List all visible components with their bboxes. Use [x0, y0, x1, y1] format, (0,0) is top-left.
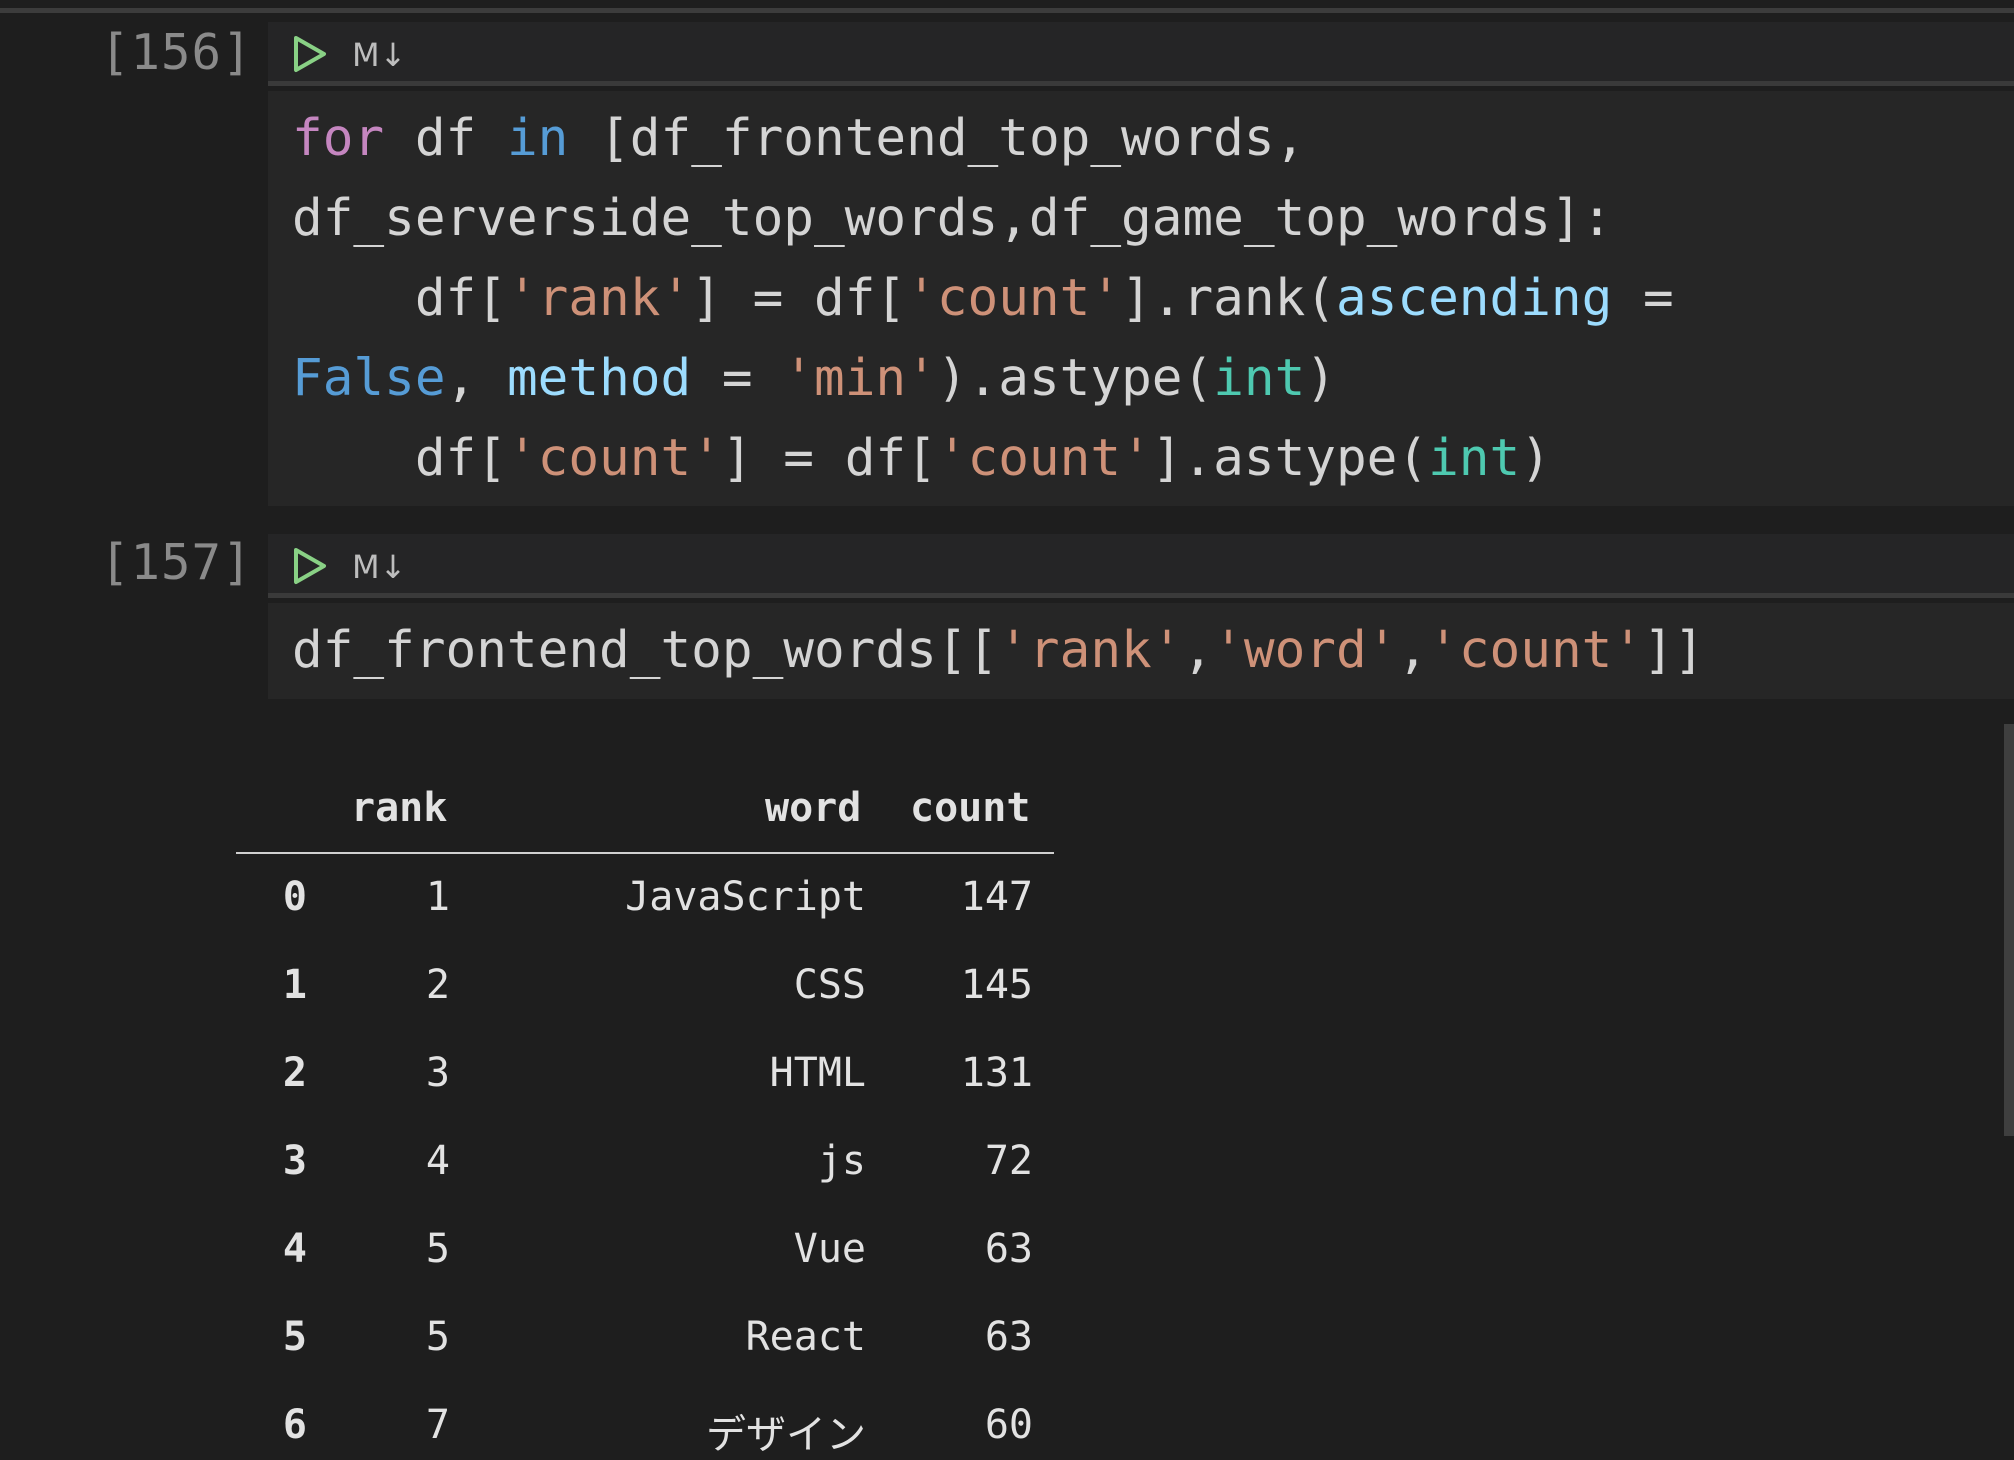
code-token: 'count'	[506, 429, 722, 488]
toolbar-divider	[268, 593, 2014, 598]
cell-rank: 4	[425, 1138, 450, 1184]
code-token: ascending	[1335, 269, 1613, 328]
cell-word: Vue	[793, 1226, 866, 1272]
column-header-word: word	[765, 785, 862, 831]
cell-word: js	[817, 1138, 866, 1184]
code-token: 'count'	[1428, 621, 1644, 680]
code-token: False	[292, 349, 446, 408]
code-token: =	[691, 349, 784, 408]
cell-rank: 7	[425, 1402, 450, 1448]
cell-count: 63	[984, 1226, 1033, 1272]
code-token: ].astype(	[1151, 429, 1429, 488]
code-line: df_frontend_top_words[['rank','word','co…	[292, 611, 1704, 691]
cell-toolbar: M↓	[268, 22, 2014, 86]
code-token: df[	[292, 269, 507, 328]
cell-word: React	[745, 1314, 866, 1360]
code-token: ]]	[1643, 621, 1705, 680]
row-index: 6	[282, 1402, 307, 1448]
cell-rank: 1	[425, 874, 450, 920]
code-line: for df in [df_frontend_top_words,	[292, 99, 1305, 179]
cell-execution-count: [157]	[100, 534, 253, 591]
code-token: ).astype(	[936, 349, 1214, 408]
run-cell-icon[interactable]	[288, 34, 328, 74]
cell-count: 60	[984, 1402, 1033, 1448]
code-token: ,	[445, 349, 507, 408]
code-token: 'min'	[783, 349, 937, 408]
code-token: ,	[1182, 621, 1214, 680]
cell-rank: 5	[425, 1314, 450, 1360]
code-token: df	[384, 109, 507, 168]
cell-word: JavaScript	[625, 874, 866, 920]
toolbar-divider	[268, 81, 2014, 86]
code-token: int	[1428, 429, 1521, 488]
code-token: int	[1213, 349, 1306, 408]
code-token: in	[506, 109, 569, 168]
row-index: 1	[282, 962, 307, 1008]
code-token: )	[1305, 349, 1337, 408]
cell-count: 145	[960, 962, 1033, 1008]
code-line: df_serverside_top_words,df_game_top_word…	[292, 179, 1612, 259]
cell-count: 72	[984, 1138, 1033, 1184]
code-token: 'rank'	[998, 621, 1183, 680]
cell-toolbar: M↓	[268, 534, 2014, 598]
code-token: 'count'	[906, 269, 1122, 328]
code-token: [df_frontend_top_words,	[568, 109, 1306, 168]
code-token: for	[292, 109, 385, 168]
run-cell-icon[interactable]	[288, 546, 328, 586]
cell-word: CSS	[793, 962, 866, 1008]
code-editor[interactable]: for df in [df_frontend_top_words, df_serv…	[268, 91, 2014, 506]
code-token: df_frontend_top_words[[	[292, 621, 999, 680]
code-token: ] = df[	[691, 269, 907, 328]
code-token: df_serverside_top_words,df_game_top_word…	[292, 189, 1613, 248]
markdown-toggle-button[interactable]: M↓	[352, 36, 406, 74]
cell-rank: 5	[425, 1226, 450, 1272]
cell-rank: 3	[425, 1050, 450, 1096]
cell-execution-count: [156]	[100, 24, 253, 81]
column-header-rank: rank	[351, 785, 448, 831]
code-token: ] = df[	[721, 429, 937, 488]
code-token: 'count'	[936, 429, 1152, 488]
cell-rank: 2	[425, 962, 450, 1008]
row-index: 2	[282, 1050, 307, 1096]
code-token: )	[1520, 429, 1551, 488]
code-token: =	[1612, 269, 1674, 328]
row-index: 5	[282, 1314, 307, 1360]
column-header-count: count	[910, 785, 1031, 831]
code-line: False, method = 'min').astype(int)	[292, 339, 1336, 419]
code-line: df['count'] = df['count'].astype(int)	[292, 419, 1551, 499]
cell-count: 131	[960, 1050, 1033, 1096]
code-token: df[	[292, 429, 507, 488]
code-token: method	[506, 349, 692, 408]
row-index: 0	[282, 874, 307, 920]
markdown-toggle-button[interactable]: M↓	[352, 548, 406, 586]
code-line: df['rank'] = df['count'].rank(ascending …	[292, 259, 1674, 339]
cell-count: 147	[960, 874, 1033, 920]
code-editor[interactable]: df_frontend_top_words[['rank','word','co…	[268, 603, 2014, 699]
code-token: 'rank'	[506, 269, 692, 328]
table-header-divider	[236, 852, 1054, 854]
row-index: 3	[282, 1138, 307, 1184]
code-token: ].rank(	[1121, 269, 1336, 328]
cell-count: 63	[984, 1314, 1033, 1360]
output-scrollbar[interactable]	[2004, 724, 2014, 1136]
editor-top-divider	[0, 8, 2014, 13]
code-token: ,	[1397, 621, 1429, 680]
cell-word: HTML	[769, 1050, 866, 1096]
code-token: 'word'	[1213, 621, 1398, 680]
cell-word: デザイン	[706, 1412, 866, 1458]
row-index: 4	[282, 1226, 307, 1272]
